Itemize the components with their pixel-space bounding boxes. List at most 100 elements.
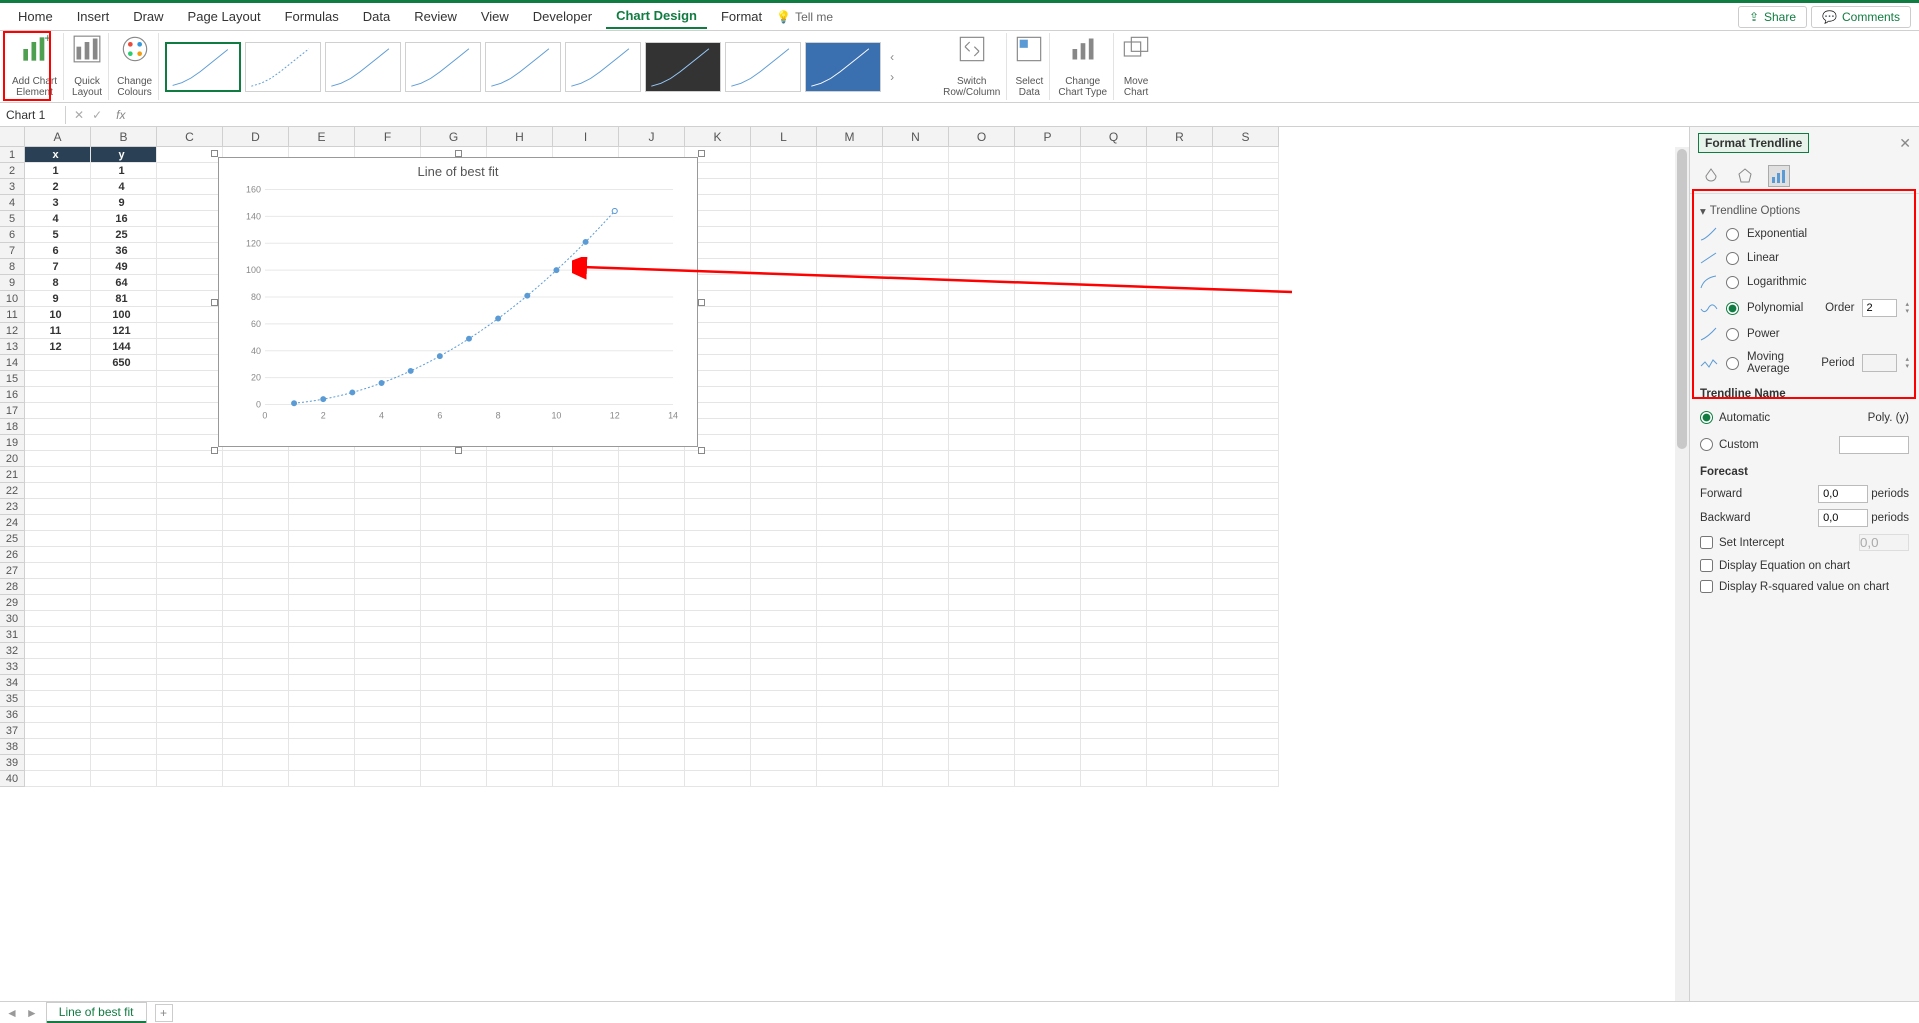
- tab-insert[interactable]: Insert: [67, 5, 120, 28]
- automatic-radio[interactable]: [1700, 411, 1713, 424]
- cell[interactable]: [355, 675, 421, 691]
- cell[interactable]: [949, 227, 1015, 243]
- cell[interactable]: [421, 739, 487, 755]
- cell[interactable]: [1213, 691, 1279, 707]
- cell[interactable]: [1081, 211, 1147, 227]
- cell[interactable]: [949, 531, 1015, 547]
- cell[interactable]: [223, 643, 289, 659]
- cell[interactable]: [1081, 243, 1147, 259]
- cell[interactable]: [421, 675, 487, 691]
- cell[interactable]: [949, 563, 1015, 579]
- cell[interactable]: [1213, 675, 1279, 691]
- cell[interactable]: [619, 611, 685, 627]
- cell[interactable]: [1147, 291, 1213, 307]
- resize-handle[interactable]: [698, 299, 705, 306]
- cell[interactable]: [25, 531, 91, 547]
- cell[interactable]: [883, 243, 949, 259]
- cell[interactable]: [949, 403, 1015, 419]
- tab-review[interactable]: Review: [404, 5, 467, 28]
- cell[interactable]: [91, 611, 157, 627]
- cell[interactable]: [883, 307, 949, 323]
- cell[interactable]: [751, 195, 817, 211]
- cell[interactable]: [1213, 243, 1279, 259]
- cell[interactable]: 16: [91, 211, 157, 227]
- cell[interactable]: [25, 611, 91, 627]
- cell[interactable]: [553, 499, 619, 515]
- cell[interactable]: [421, 771, 487, 787]
- cell[interactable]: [949, 291, 1015, 307]
- cell[interactable]: [223, 483, 289, 499]
- cell[interactable]: [157, 467, 223, 483]
- cell[interactable]: [91, 595, 157, 611]
- cell[interactable]: [553, 451, 619, 467]
- cell[interactable]: [487, 483, 553, 499]
- select-all-corner[interactable]: [0, 127, 25, 147]
- cell[interactable]: [817, 579, 883, 595]
- worksheet[interactable]: ABCDEFGHIJKLMNOPQRS 1xy21132443954166525…: [0, 127, 1689, 1001]
- cell[interactable]: 49: [91, 259, 157, 275]
- cell[interactable]: [223, 579, 289, 595]
- cell[interactable]: [817, 563, 883, 579]
- cell[interactable]: [553, 531, 619, 547]
- cell[interactable]: [1015, 723, 1081, 739]
- cell[interactable]: [289, 499, 355, 515]
- tab-page-layout[interactable]: Page Layout: [178, 5, 271, 28]
- cell[interactable]: [289, 723, 355, 739]
- cell[interactable]: [1081, 227, 1147, 243]
- cell[interactable]: [355, 659, 421, 675]
- cell[interactable]: [1081, 723, 1147, 739]
- cell[interactable]: [883, 227, 949, 243]
- cell[interactable]: [883, 659, 949, 675]
- cell[interactable]: [751, 531, 817, 547]
- cell[interactable]: [25, 403, 91, 419]
- fx-icon[interactable]: fx: [110, 108, 131, 122]
- row-header[interactable]: 18: [0, 419, 25, 435]
- cell[interactable]: [817, 659, 883, 675]
- cell[interactable]: [1147, 643, 1213, 659]
- cell[interactable]: [619, 467, 685, 483]
- cell[interactable]: [157, 579, 223, 595]
- cell[interactable]: [1015, 531, 1081, 547]
- cell[interactable]: [1213, 387, 1279, 403]
- cell[interactable]: [751, 499, 817, 515]
- cell[interactable]: [1213, 547, 1279, 563]
- order-stepper[interactable]: ▴▾: [1905, 301, 1909, 315]
- cell[interactable]: [817, 627, 883, 643]
- cell[interactable]: 25: [91, 227, 157, 243]
- cell[interactable]: [751, 403, 817, 419]
- tab-data[interactable]: Data: [353, 5, 400, 28]
- cell[interactable]: [421, 627, 487, 643]
- cell[interactable]: [487, 611, 553, 627]
- linear-radio[interactable]: [1726, 252, 1739, 265]
- cell[interactable]: [949, 195, 1015, 211]
- row-header[interactable]: 11: [0, 307, 25, 323]
- cell[interactable]: [223, 707, 289, 723]
- row-header[interactable]: 2: [0, 163, 25, 179]
- tab-view[interactable]: View: [471, 5, 519, 28]
- cell[interactable]: [1081, 707, 1147, 723]
- cell[interactable]: [619, 771, 685, 787]
- trendline-moving-average[interactable]: Moving Average Period ▴▾: [1700, 346, 1909, 380]
- tell-me[interactable]: 💡 Tell me: [776, 10, 833, 24]
- cell[interactable]: [487, 595, 553, 611]
- resize-handle[interactable]: [698, 447, 705, 454]
- cell[interactable]: [619, 563, 685, 579]
- column-header[interactable]: P: [1015, 127, 1081, 147]
- row-header[interactable]: 40: [0, 771, 25, 787]
- cell[interactable]: [91, 659, 157, 675]
- cell[interactable]: [817, 163, 883, 179]
- cell[interactable]: [1015, 307, 1081, 323]
- cell[interactable]: [25, 467, 91, 483]
- cell[interactable]: [949, 579, 1015, 595]
- tab-developer[interactable]: Developer: [523, 5, 602, 28]
- chart-style-7[interactable]: [645, 42, 721, 92]
- cell[interactable]: [817, 419, 883, 435]
- cell[interactable]: [421, 563, 487, 579]
- cell[interactable]: [817, 307, 883, 323]
- tab-chart-design[interactable]: Chart Design: [606, 4, 707, 29]
- cell[interactable]: [685, 739, 751, 755]
- cell[interactable]: [751, 451, 817, 467]
- cell[interactable]: [91, 627, 157, 643]
- cell[interactable]: [619, 643, 685, 659]
- chart-style-3[interactable]: [325, 42, 401, 92]
